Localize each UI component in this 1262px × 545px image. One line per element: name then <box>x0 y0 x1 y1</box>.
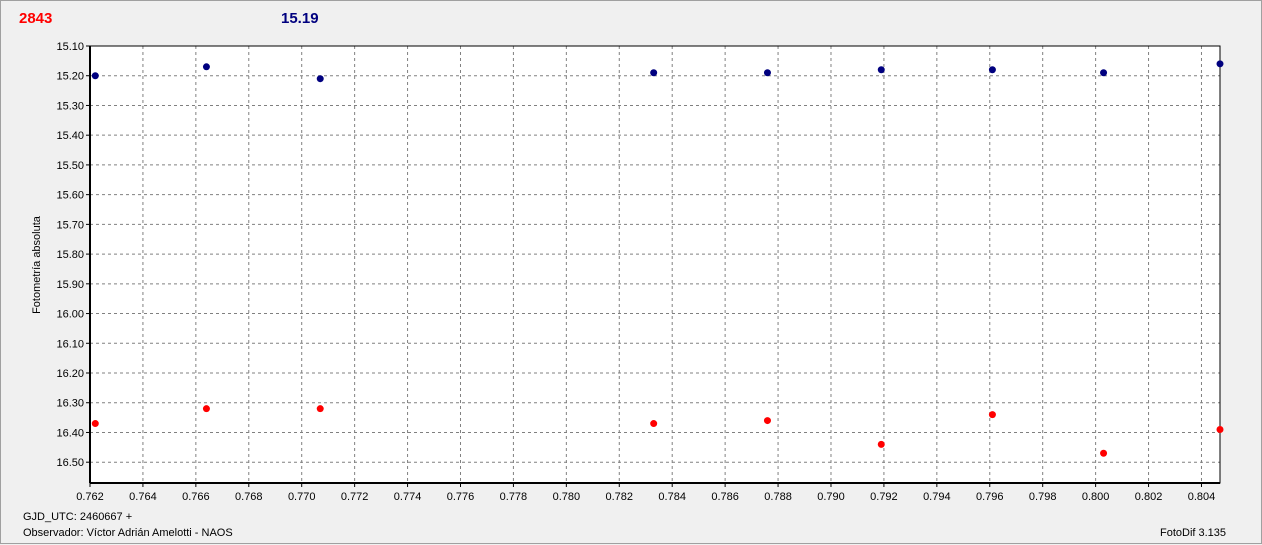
x-tick-label: 0.768 <box>235 491 263 503</box>
x-tick-label: 0.786 <box>711 491 739 503</box>
x-tick-label: 0.766 <box>182 491 210 503</box>
x-tick-label: 0.782 <box>606 491 634 503</box>
y-tick-label: 15.80 <box>56 249 84 261</box>
series-a-point <box>763 417 771 425</box>
y-tick-label: 15.70 <box>56 219 84 231</box>
series-a-point <box>91 420 99 428</box>
x-tick-label: 0.792 <box>870 491 898 503</box>
y-tick-label: 15.50 <box>56 160 84 172</box>
series-b-point <box>877 66 885 74</box>
series-a-point <box>650 420 658 428</box>
y-tick-label: 15.90 <box>56 279 84 291</box>
series-a-point <box>1100 449 1108 457</box>
x-tick-label: 0.776 <box>447 491 475 503</box>
observer-label: Observador: Víctor Adrián Amelotti - NAO… <box>23 527 233 539</box>
y-tick-label: 16.30 <box>56 398 84 410</box>
y-tick-label: 15.60 <box>56 190 84 202</box>
chart-window: 2843 15.19 0.762 0.764 0.766 0.768 0.770 0.77… <box>0 0 1262 544</box>
x-tick-label: 0.790 <box>817 491 845 503</box>
x-tick-label: 0.774 <box>394 491 422 503</box>
series-b-point <box>1100 69 1108 77</box>
gjd-label: GJD_UTC: 2460667 + <box>23 511 133 523</box>
series-a-point <box>202 405 210 413</box>
x-tick-label: 0.762 <box>76 491 104 503</box>
y-tick-label: 16.40 <box>56 427 84 439</box>
y-tick-label: 15.30 <box>56 100 84 112</box>
x-tick-label: 0.802 <box>1135 491 1163 503</box>
series-a-point <box>1216 425 1224 433</box>
series-b-point <box>91 72 99 80</box>
x-tick-label: 0.788 <box>764 491 792 503</box>
x-tick-label: 0.784 <box>658 491 686 503</box>
y-tick-label: 16.50 <box>56 457 84 469</box>
x-tick-label: 0.794 <box>923 491 951 503</box>
series-a-point <box>988 411 996 419</box>
x-tick-label: 0.796 <box>976 491 1004 503</box>
x-tick-label: 0.770 <box>288 491 316 503</box>
y-tick-label: 16.10 <box>56 338 84 350</box>
plot-area <box>90 46 1220 483</box>
y-tick-label: 15.20 <box>56 71 84 83</box>
y-tick-label: 15.40 <box>56 130 84 142</box>
series-a-point <box>316 405 324 413</box>
x-tick-label: 0.804 <box>1188 491 1216 503</box>
series-b-point <box>1216 60 1224 68</box>
photometry-chart: 0.762 0.764 0.766 0.768 0.770 0.772 0.774 0.776… <box>31 41 1224 503</box>
y-tick-label: 15.10 <box>56 41 84 53</box>
x-tick-label: 0.764 <box>129 491 157 503</box>
series-b-point <box>763 69 771 77</box>
series-a-point <box>877 440 885 448</box>
series-b-point <box>988 66 996 74</box>
y-axis-label: Fotometría absoluta <box>31 215 43 314</box>
x-tick-label: 0.778 <box>500 491 528 503</box>
y-tick-label: 16.00 <box>56 309 84 321</box>
x-tick-label: 0.798 <box>1029 491 1057 503</box>
software-version: FotoDif 3.135 <box>1160 527 1227 539</box>
series-b-point <box>650 69 658 77</box>
x-tick-label: 0.800 <box>1082 491 1110 503</box>
y-tick-label: 16.20 <box>56 368 84 380</box>
x-tick-label: 0.780 <box>553 491 581 503</box>
series-b-point <box>202 63 210 71</box>
series-b-point <box>316 75 324 83</box>
x-tick-label: 0.772 <box>341 491 369 503</box>
